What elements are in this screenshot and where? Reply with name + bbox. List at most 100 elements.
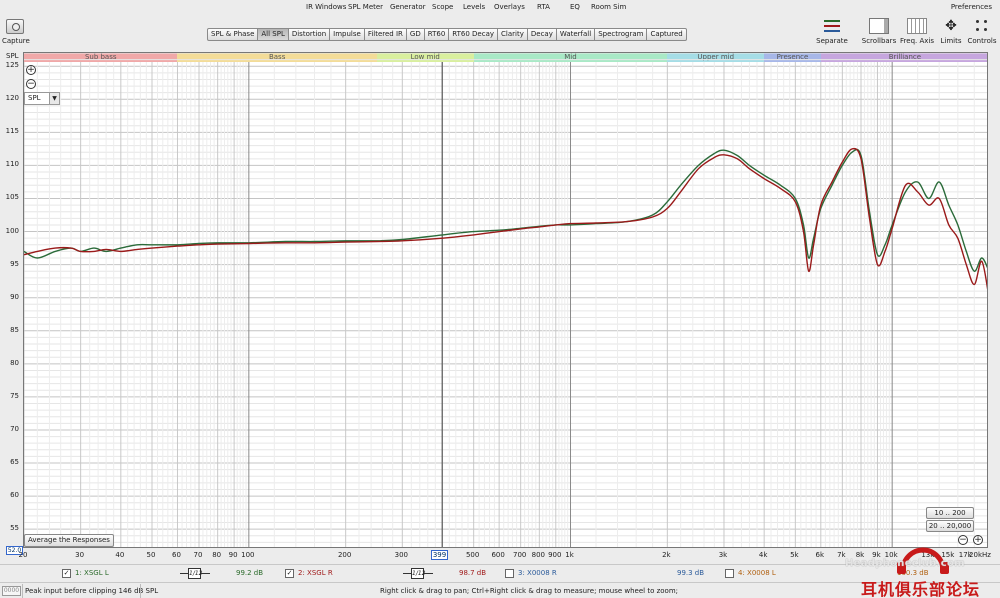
measurement-level: 98.7 dB (459, 569, 487, 577)
freq-axis-icon (907, 18, 927, 34)
rew-window: IR Windows SPL Meter Generator Scope Levels O… (0, 0, 1000, 598)
measurement-level: 100.3 dB (897, 569, 929, 577)
menu-item-rta[interactable]: RTA (537, 3, 550, 11)
x-tick-label: 6k (815, 551, 825, 559)
smoothing-label: 1/12 (411, 568, 426, 579)
y-tick-label: 120 (5, 94, 19, 103)
x-tick-label: 90 (228, 551, 238, 559)
tab-clarity[interactable]: Clarity (498, 28, 528, 41)
y-tick-label: 55 (10, 524, 19, 533)
tab-gd[interactable]: GD (406, 28, 425, 41)
menu-item-overlays[interactable]: Overlays (494, 3, 525, 11)
series-line-2-xsgl-r (24, 147, 987, 290)
measurement-level: 99.2 dB (236, 569, 264, 577)
x-tick-label: 1k (565, 551, 574, 559)
measurement-name[interactable]: 1: XSGL L (75, 568, 109, 579)
x-tick-label: 5k (790, 551, 799, 559)
x-tick-label: 7k (837, 551, 846, 559)
x-tick-label: 900 (548, 551, 562, 559)
menu-item-scope[interactable]: Scope (432, 3, 453, 11)
x-tick-label: 3k (718, 551, 728, 559)
scrollbars-button[interactable]: Scrollbars (860, 18, 898, 45)
tab-all-spl[interactable]: All SPL (258, 28, 289, 41)
tab-rt60-decay[interactable]: RT60 Decay (449, 28, 499, 41)
controls-label: Controls (967, 37, 997, 45)
tab-impulse[interactable]: Impulse (330, 28, 365, 41)
status-divider (22, 584, 23, 598)
y-tick-label: 80 (10, 358, 19, 367)
x-tick-label: 60 (172, 551, 181, 559)
smoothing-icon[interactable]: 1/12 (180, 567, 210, 580)
controls-icon (972, 18, 992, 34)
status-peak-input: Peak input before clipping 146 dB SPL (25, 587, 159, 595)
x-zoom-in-button[interactable]: + (973, 535, 983, 545)
limits-icon: ✥ (945, 18, 957, 34)
spl-graph[interactable]: Sub bass Bass Low mid Mid Upper mid Presence B… (23, 52, 988, 548)
graph-tabs: SPL & Phase All SPL Distortion Impulse Filte… (207, 28, 687, 41)
y-tick-label: 60 (10, 491, 19, 500)
tab-spl-phase[interactable]: SPL & Phase (207, 28, 259, 41)
measurement-checkbox[interactable]: ✓ (62, 569, 71, 578)
x-tick-label: 100 (241, 551, 255, 559)
x-tick-label: 80 (212, 551, 222, 559)
x-tick-label: 200 (337, 551, 352, 559)
preferences-menu[interactable]: Preferences (951, 3, 992, 11)
measurement-name[interactable]: 3: X0008 R (518, 568, 557, 579)
y-zoom-in-button[interactable]: + (26, 65, 36, 75)
freq-axis-button[interactable]: Freq. Axis (899, 18, 935, 45)
x-tick-label: 50 (146, 551, 156, 559)
tab-decay[interactable]: Decay (527, 28, 557, 41)
y-unit-select[interactable]: SPL ▼ (24, 92, 60, 105)
graph-canvas[interactable] (24, 53, 988, 548)
tab-captured[interactable]: Captured (647, 28, 687, 41)
y-tick-label: 115 (5, 127, 19, 136)
y-axis-unit: SPL (6, 52, 19, 60)
capture-button[interactable]: Capture (2, 18, 30, 48)
y-tick-label: 100 (5, 226, 19, 235)
scrollbars-label: Scrollbars (861, 37, 897, 45)
range-20-20000-button[interactable]: 20 .. 20,000 (926, 520, 974, 532)
measurement-checkbox[interactable] (725, 569, 734, 578)
y-tick-label: 85 (10, 325, 19, 334)
average-responses-button[interactable]: Average the Responses (24, 534, 114, 547)
y-zoom-out-button[interactable]: − (26, 79, 36, 89)
capture-label: Capture (2, 37, 30, 45)
x-tick-label: 20kHz (969, 551, 991, 559)
menu-item-room-sim[interactable]: Room Sim (591, 3, 626, 11)
x-axis: 20 30 40 50 60 70 80 90 100 200 300 500 600 700 800 900… (0, 549, 1000, 563)
y-tick-label: 110 (5, 160, 19, 169)
menu-item-ir-windows[interactable]: IR Windows (306, 3, 346, 11)
range-10-200-button[interactable]: 10 .. 200 (926, 507, 974, 519)
limits-button[interactable]: ✥ Limits (939, 18, 963, 45)
x-tick-label: 4k (758, 551, 768, 559)
smoothing-label: 1/12 (188, 568, 203, 579)
y-tick-label: 125 (5, 61, 19, 70)
y-tick-label: 70 (10, 424, 19, 433)
menu-item-generator[interactable]: Generator (390, 3, 426, 11)
y-tick-label: 75 (10, 391, 19, 400)
menu-item-spl-meter[interactable]: SPL Meter (348, 3, 383, 11)
tab-waterfall[interactable]: Waterfall (556, 28, 596, 41)
x-tick-label: 13k (921, 551, 935, 559)
measurement-checkbox[interactable]: ✓ (285, 569, 294, 578)
controls-button[interactable]: Controls (966, 18, 998, 45)
separate-button[interactable]: Separate (815, 18, 849, 45)
x-tick-label: 10k (884, 551, 898, 559)
menu-item-eq[interactable]: EQ (570, 3, 580, 11)
tab-rt60[interactable]: RT60 (424, 28, 450, 41)
measurement-name[interactable]: 2: XSGL R (298, 568, 333, 579)
menu-item-levels[interactable]: Levels (463, 3, 485, 11)
scrollbars-icon (869, 18, 889, 34)
smoothing-icon[interactable]: 1/12 (403, 567, 433, 580)
y-tick-label: 90 (10, 292, 19, 301)
tab-distortion[interactable]: Distortion (288, 28, 331, 41)
camera-icon (6, 19, 24, 34)
freq-axis-label: Freq. Axis (900, 37, 934, 45)
tab-spectrogram[interactable]: Spectrogram (595, 28, 648, 41)
y-tick-label: 95 (10, 259, 19, 268)
x-tick-label: 700 (512, 551, 527, 559)
measurement-name[interactable]: 4: X0008 L (738, 568, 776, 579)
x-zoom-out-button[interactable]: − (958, 535, 968, 545)
tab-filtered-ir[interactable]: Filtered IR (364, 28, 407, 41)
measurement-checkbox[interactable] (505, 569, 514, 578)
